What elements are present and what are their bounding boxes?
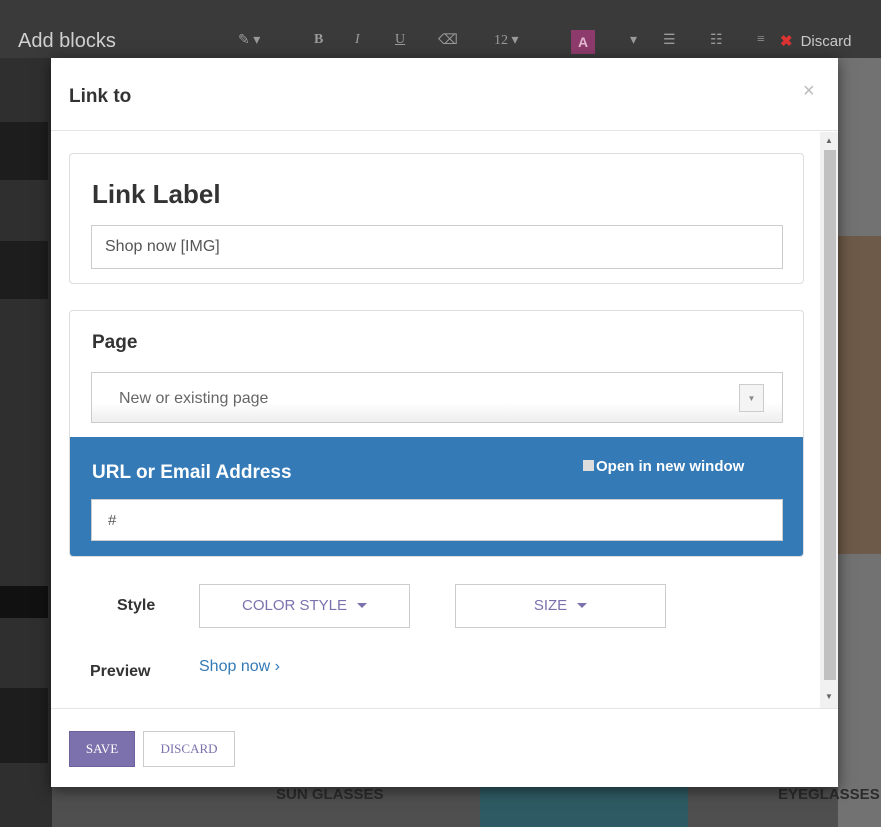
product-photo: [838, 236, 881, 554]
link-to-dialog: Link to × Link Label Page New or existin…: [51, 58, 838, 787]
dialog-footer: SAVE DISCARD: [51, 708, 838, 787]
scroll-up-icon[interactable]: ▲: [825, 136, 833, 145]
italic-icon[interactable]: I: [355, 32, 360, 48]
open-new-window-option[interactable]: Open in new window: [583, 458, 744, 475]
sidebar-block[interactable]: [0, 688, 48, 763]
eraser-icon[interactable]: ⌫: [438, 32, 458, 49]
close-icon[interactable]: ×: [803, 80, 815, 103]
url-section: URL or Email Address Open in new window: [70, 437, 803, 556]
font-size-select[interactable]: 12 ▾: [494, 32, 519, 49]
dialog-scrollbar[interactable]: ▲ ▼: [820, 132, 838, 708]
new-window-checkbox[interactable]: [583, 460, 594, 471]
add-blocks-title: Add blocks: [18, 30, 116, 52]
color-style-dropdown[interactable]: COLOR STYLE: [199, 584, 410, 628]
font-color-icon[interactable]: A: [571, 30, 595, 54]
dialog-header: Link to ×: [51, 58, 838, 131]
color-dropdown-icon[interactable]: ▾: [630, 32, 637, 49]
sidebar-block[interactable]: [0, 586, 48, 618]
align-icon[interactable]: ≡: [757, 32, 765, 48]
size-dropdown[interactable]: SIZE: [455, 584, 666, 628]
preview-link[interactable]: Shop now ›: [199, 658, 280, 676]
close-icon: ✖: [780, 33, 793, 50]
eyeglasses-label: EYEGLASSES: [778, 786, 880, 803]
url-input[interactable]: [91, 499, 783, 541]
url-heading: URL or Email Address: [92, 462, 292, 483]
bold-icon[interactable]: B: [314, 32, 323, 48]
page-select-placeholder: New or existing page: [119, 390, 269, 407]
caret-down-icon: [357, 603, 368, 608]
magic-wand-icon[interactable]: ✎ ▾: [238, 32, 260, 49]
sidebar-block[interactable]: [0, 241, 48, 299]
link-label-heading: Link Label: [92, 179, 221, 209]
style-label: Style: [117, 597, 156, 614]
preview-label: Preview: [90, 663, 151, 680]
new-window-label: Open in new window: [596, 458, 745, 475]
editor-toolbar: Add blocks ✎ ▾ B I U ⌫ 12 ▾ A ▾ ☰ ☷ ≡ ✖ D…: [0, 0, 881, 58]
discard-button[interactable]: DISCARD: [143, 731, 235, 767]
page-heading: Page: [92, 332, 138, 353]
blocks-sidebar: [0, 58, 52, 827]
sun-glasses-label: SUN GLASSES: [276, 786, 384, 803]
product-tile: [480, 786, 688, 827]
editor-discard-button[interactable]: ✖ Discard: [780, 32, 851, 50]
dialog-title: Link to: [69, 86, 132, 107]
scroll-down-icon[interactable]: ▼: [825, 692, 833, 701]
size-label: SIZE: [533, 597, 568, 614]
dialog-body: Link Label Page New or existing page ▼ U…: [51, 132, 838, 708]
unordered-list-icon[interactable]: ☰: [663, 32, 676, 49]
chevron-down-icon[interactable]: ▼: [739, 384, 764, 412]
sidebar-block[interactable]: [0, 122, 48, 180]
underline-icon[interactable]: U: [395, 32, 405, 48]
scrollbar-thumb[interactable]: [824, 150, 836, 680]
link-label-input[interactable]: [91, 225, 783, 269]
page-panel: Page New or existing page ▼ URL or Email…: [69, 310, 804, 557]
save-button[interactable]: SAVE: [69, 731, 135, 767]
ordered-list-icon[interactable]: ☷: [710, 32, 723, 49]
link-label-panel: Link Label: [69, 153, 804, 284]
caret-down-icon: [577, 603, 588, 608]
page-select[interactable]: New or existing page ▼: [91, 372, 783, 423]
color-style-label: COLOR STYLE: [241, 597, 348, 614]
